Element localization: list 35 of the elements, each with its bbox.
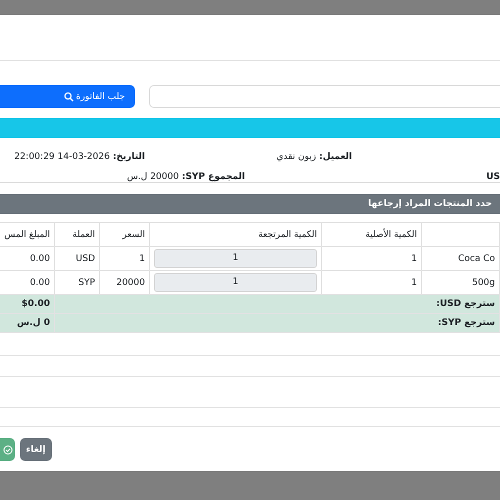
check-circle-icon [2, 444, 12, 454]
total-value: 0 ل.س [16, 318, 50, 328]
table-cell: 1 [411, 278, 417, 288]
fetch-invoice-button[interactable]: جلب الفاتورة [0, 85, 135, 108]
table-cell: 0.00 [30, 278, 50, 288]
table-cell: Coca Co [458, 254, 495, 264]
table-cell: SYP [78, 278, 95, 288]
info-label: المجموع SYP: [182, 172, 245, 182]
table-cell: USD [76, 254, 95, 264]
info-value: 14-03-2026 22:00:29 [14, 152, 110, 162]
table-cell: 20000 [116, 278, 145, 288]
total-label: سترجع SYP: [438, 318, 495, 328]
column-header: العملة [72, 230, 95, 240]
column-header: الكمية الأصلية [365, 230, 417, 240]
return-qty-field[interactable]: 1 [154, 273, 317, 292]
info-label: US [486, 172, 500, 182]
column-header: السعر [122, 230, 145, 240]
info-label: التاريخ: [112, 152, 145, 162]
return-qty-field[interactable]: 1 [154, 249, 317, 268]
table-cell: 500g [472, 278, 495, 288]
invoice-search-field[interactable] [149, 85, 500, 108]
confirm-button[interactable] [0, 438, 15, 461]
section-title: حدد المنتجات المراد إرجاعها [368, 199, 492, 209]
table-cell: 1 [139, 254, 145, 264]
total-label: سترجع USD: [436, 299, 495, 309]
info-label: العميل: [319, 152, 352, 162]
search-icon [64, 92, 74, 102]
column-header: الكمية المرتجعة [258, 230, 317, 240]
table-cell: 1 [411, 254, 417, 264]
column-header: المبلغ المس [4, 230, 50, 240]
info-value: زبون نقدي [276, 152, 316, 162]
cancel-button[interactable]: إلغاء [20, 438, 52, 461]
total-value: $0.00 [22, 299, 50, 309]
table-cell: 0.00 [30, 254, 50, 264]
info-value: 20000 ل.س [126, 172, 179, 182]
